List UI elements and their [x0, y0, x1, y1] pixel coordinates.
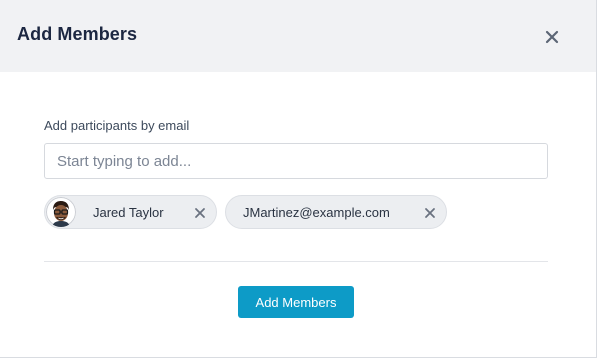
- participant-name: Jared Taylor: [93, 205, 164, 220]
- close-icon: [545, 30, 559, 44]
- remove-participant-button[interactable]: [194, 206, 206, 218]
- divider: [44, 261, 548, 262]
- close-button[interactable]: [540, 25, 564, 49]
- avatar: [46, 197, 76, 227]
- close-icon: [425, 208, 435, 218]
- add-members-button[interactable]: Add Members: [238, 286, 354, 318]
- participant-chip: JMartinez@example.com: [225, 195, 447, 229]
- participant-email: JMartinez@example.com: [243, 205, 390, 220]
- add-members-dialog: Add Members Add participants by email St…: [0, 0, 597, 358]
- dialog-title: Add Members: [17, 24, 138, 44]
- participant-email-input[interactable]: [44, 143, 548, 179]
- dialog-header: Add Members: [0, 0, 596, 72]
- close-icon: [195, 208, 205, 218]
- participant-chip: Jared Taylor: [44, 195, 217, 229]
- remove-participant-button[interactable]: [424, 206, 436, 218]
- participants-label: Add participants by email: [44, 118, 190, 133]
